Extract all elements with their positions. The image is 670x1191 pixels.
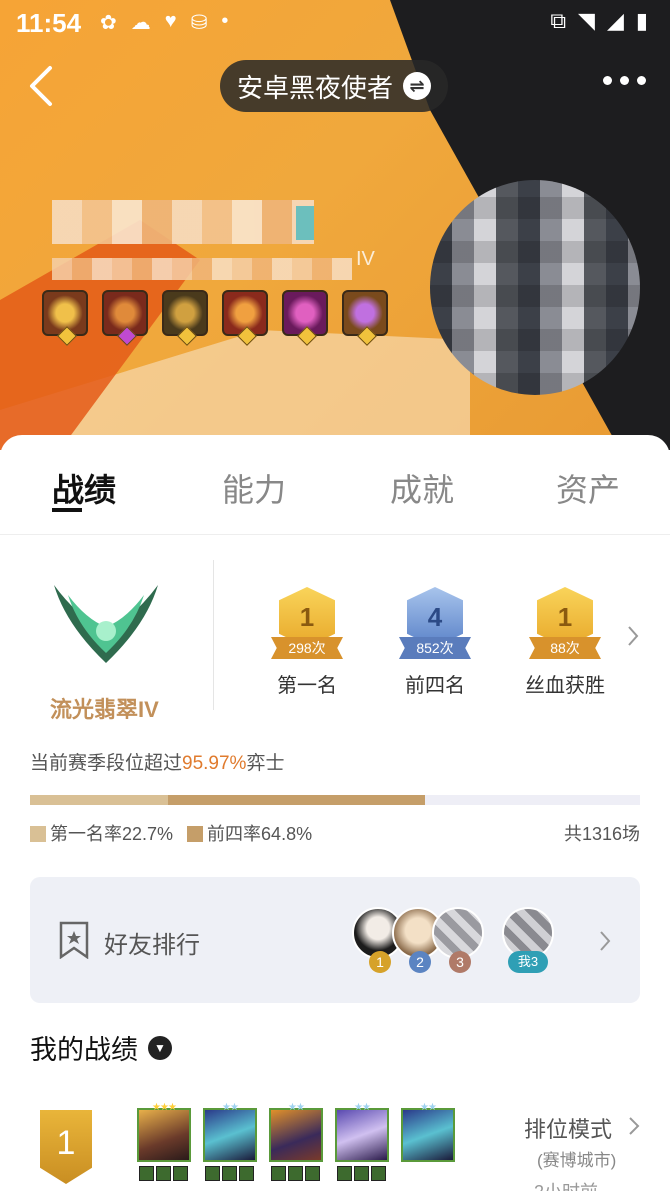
top4-rate-segment [168, 795, 426, 805]
game-mode[interactable]: 排位模式 [524, 1112, 612, 1144]
wifi-icon: ◥ [578, 8, 595, 33]
champion-card: ★★ [203, 1102, 257, 1184]
rate-legend: 第一名率22.7% 前四率64.8% [30, 820, 312, 846]
champion-card: ★★ [401, 1102, 455, 1184]
season-percentile: 当前赛季段位超过95.97%弈士 [30, 753, 285, 774]
champion-card: ★★ [335, 1102, 389, 1184]
badge-icon[interactable] [162, 290, 208, 346]
placement-badge: 1 [40, 1110, 92, 1184]
friend-ranking-title: 好友排行 [104, 932, 200, 959]
tab-ability[interactable]: 能力 [222, 465, 286, 511]
cast-icon: ⧉ [550, 8, 567, 33]
rank-emblem-icon[interactable] [46, 575, 166, 665]
swap-icon: ⇌ [403, 72, 431, 100]
rank-name: 流光翡翠IV [50, 697, 159, 722]
first-rate-swatch [30, 826, 46, 842]
flower-icon: ✿ [100, 12, 117, 34]
stat-label: 丝血获胜 [525, 675, 605, 697]
top4-rate-label: 前四率64.8% [207, 824, 313, 844]
storage-icon: ⛁ [190, 12, 208, 34]
stat-count: 88次 [529, 637, 601, 659]
badge-icon[interactable] [342, 290, 388, 346]
stat-top-four[interactable]: 4 852次 前四名 [390, 587, 480, 698]
cloud-icon: ☁ [130, 12, 151, 34]
chevron-right-icon [600, 931, 611, 951]
game-time-ago: 2小时前 [534, 1178, 598, 1191]
tab-indicator [52, 508, 82, 512]
signal-icon: ◢ [606, 8, 624, 33]
chevron-right-icon[interactable] [626, 624, 640, 648]
total-games: 共1316场 [563, 824, 640, 844]
team-composition[interactable]: ★★★ ★★ ★★ ★★ ★★ [137, 1102, 455, 1184]
divider [213, 560, 214, 710]
badge-icon[interactable] [222, 290, 268, 346]
more-menu-icon[interactable] [603, 76, 646, 85]
chevron-down-icon: ▼ [148, 1035, 172, 1060]
page-title: 安卓黑夜使者 [236, 72, 393, 103]
bookmark-star-icon [59, 921, 89, 959]
tab-assets[interactable]: 资产 [556, 465, 620, 511]
badge-icon[interactable] [282, 290, 328, 346]
heart-icon: ♥ [164, 10, 177, 32]
battery-icon: ▮ [635, 8, 648, 33]
friend-ranking-card[interactable]: 好友排行 1 2 3 我3 [30, 877, 640, 1003]
badge-icon[interactable] [102, 290, 148, 346]
player-info-blurred [52, 258, 352, 280]
status-time: 11:54 [16, 8, 82, 38]
friend-avatar[interactable]: 3 [432, 907, 484, 973]
tab-achievement[interactable]: 成就 [390, 465, 454, 511]
divider [0, 534, 670, 535]
dot-icon: • [221, 10, 229, 32]
stat-count: 298次 [271, 637, 343, 659]
tab-record[interactable]: 战绩 [52, 465, 116, 511]
badge-icon[interactable] [42, 290, 88, 346]
rate-bar [30, 795, 640, 805]
stat-label: 前四名 [405, 675, 465, 697]
stat-label: 第一名 [277, 675, 337, 697]
my-records-dropdown[interactable]: 我的战绩 ▼ [30, 1028, 172, 1067]
account-switcher[interactable]: 安卓黑夜使者 ⇌ [220, 60, 448, 112]
champion-card: ★★ [269, 1102, 323, 1184]
player-name-blurred [52, 200, 314, 244]
badge-row [42, 290, 388, 346]
avatar[interactable] [430, 180, 640, 395]
my-avatar[interactable]: 我3 [502, 907, 554, 973]
first-rate-label: 第一名率22.7% [50, 824, 174, 844]
chevron-right-icon[interactable] [628, 1116, 640, 1136]
status-bar: 11:54 ✿ ☁ ♥ ⛁ • ⧉ ◥ ◢ ▮ [0, 0, 670, 46]
profile-banner: 11:54 ✿ ☁ ♥ ⛁ • ⧉ ◥ ◢ ▮ 安卓黑夜使者 ⇌ IV [0, 0, 670, 450]
champion-card: ★★★ [137, 1102, 191, 1184]
friend-avatars: 1 2 3 我3 [352, 907, 562, 977]
my-records-title: 我的战绩 [30, 1035, 138, 1065]
top4-rate-swatch [187, 826, 204, 842]
stat-close-win[interactable]: 1 88次 丝血获胜 [520, 587, 610, 698]
stat-first-place[interactable]: 1 298次 第一名 [262, 587, 352, 698]
game-map: (赛博城市) [537, 1151, 617, 1170]
stat-count: 852次 [399, 637, 471, 659]
rank-suffix: IV [356, 248, 375, 270]
back-arrow-icon[interactable] [22, 62, 62, 110]
first-rate-segment [30, 795, 169, 805]
tab-bar: 战绩 能力 成就 资产 [0, 435, 670, 535]
